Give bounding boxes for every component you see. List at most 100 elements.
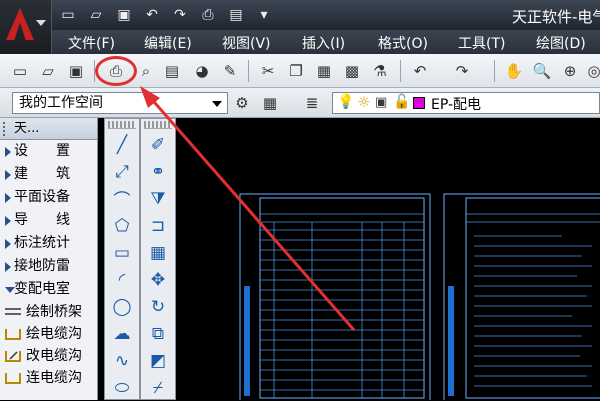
sub-row-draw-cable-trench[interactable]: 绘电缆沟 [0,323,97,345]
menu-row-grounding[interactable]: 接地防雷 [0,255,97,278]
revision-cloud-icon[interactable]: ☁ [105,320,139,347]
modify-toolbar: ✐ ⚭ ⧩ ⊐ ▦ ✥ ↻ ⧉ ◩ ⌿ [140,118,176,400]
menu-tools[interactable]: 工具(T) [458,33,505,53]
new-icon[interactable]: ▭ [8,59,32,83]
save-icon[interactable]: ▣ [64,59,88,83]
sub-row-edit-cable-trench[interactable]: 改电缆沟 [0,345,97,367]
array-icon[interactable]: ▦ [141,239,175,266]
trim-icon[interactable]: ⌿ [141,374,175,401]
match-properties-icon[interactable]: ▩ [340,59,364,83]
line-icon[interactable]: ╱ [105,131,139,158]
expand-arrow-icon [5,216,11,226]
pan-icon[interactable]: ✋ [502,59,526,83]
layer-properties-icon[interactable]: ≣ [300,91,324,115]
publish-icon[interactable]: ▤ [224,4,248,26]
save-icon[interactable]: ▣ [112,4,136,26]
menu-row-plan-equipment[interactable]: 平面设备 [0,186,97,209]
menu-row-label: 导 线 [14,212,70,228]
plot-preview-icon[interactable]: ⌕ [134,59,158,83]
print-button-highlight [95,56,137,86]
chevron-down-icon [36,20,46,26]
arc-icon[interactable]: ◜ [105,266,139,293]
polygon-icon[interactable]: ⬠ [105,212,139,239]
3d-dwf-icon[interactable]: ◕ [190,59,214,83]
bulb-on-icon: 💡 [337,94,355,110]
drawing-sheets [239,193,600,400]
menu-format[interactable]: 格式(O) [378,33,428,53]
zoom-realtime-icon[interactable]: 🔍 [530,59,554,83]
sheet-table-left [259,197,425,399]
menu-file[interactable]: 文件(F) [68,33,115,53]
copy-icon[interactable]: ❐ [284,59,308,83]
ellipse-icon[interactable]: ⬭ [105,374,139,401]
plot-icon[interactable]: ⎙ [196,4,220,26]
menu-row-label: 设 置 [14,143,70,159]
menu-view[interactable]: 视图(V) [222,33,271,53]
cut-icon[interactable]: ✂ [256,59,280,83]
workspace-select[interactable]: 我的工作空间 [12,92,228,114]
toolbar-grip[interactable] [108,121,136,129]
collapse-arrow-icon [5,287,15,293]
redo-icon[interactable]: ↷ [168,4,192,26]
undo-icon[interactable]: ↶ [140,4,164,26]
expand-arrow-icon [5,239,11,249]
standard-toolbar: ▭ ▱ ▣ ⎙ ⌕ ▤ ◕ ✎ ✂ ❐ ▦ ▩ ⚗ ↶ ↷ ✋ 🔍 ⊕ ◎ [0,54,600,88]
publish-icon[interactable]: ▤ [160,59,184,83]
sub-row-cable-tray[interactable]: 绘制桥架 [0,301,97,323]
app-logo-icon [6,8,34,40]
layer-select[interactable]: 💡 ☼ ▣ 🔓 EP-配电 [332,92,600,114]
scale-icon[interactable]: ⧉ [141,320,175,347]
stretch-icon[interactable]: ◩ [141,347,175,374]
menu-row-building[interactable]: 建 筑 [0,163,97,186]
menu-row-label: 变配电室 [14,281,70,297]
sheet-set-icon[interactable]: ✎ [218,59,242,83]
menu-row-annotation[interactable]: 标注统计 [0,232,97,255]
open-icon[interactable]: ▱ [36,59,60,83]
construction-line-icon[interactable]: ⤢ [105,158,139,185]
move-icon[interactable]: ✥ [141,266,175,293]
qat-dropdown-icon[interactable]: ▾ [252,4,276,26]
paste-icon[interactable]: ▦ [312,59,336,83]
zoom-previous-icon[interactable]: ◎ [582,59,600,83]
drawing-canvas[interactable] [182,118,600,400]
menu-row-wire[interactable]: 导 线 [0,209,97,232]
circle-icon[interactable]: ◯ [105,293,139,320]
spline-icon[interactable]: ∿ [105,347,139,374]
menu-insert[interactable]: 插入(I) [302,33,345,53]
unlock-icon: 🔓 [393,94,411,110]
undo-icon[interactable]: ↶ [408,59,432,83]
new-file-icon[interactable]: ▭ [56,4,80,26]
workspace-settings-icon[interactable]: ⚙ [230,91,254,115]
menu-row-settings[interactable]: 设 置 [0,140,97,163]
block-editor-icon[interactable]: ⚗ [368,59,392,83]
layer-color-swatch [413,97,425,109]
menu-edit[interactable]: 编辑(E) [144,33,192,53]
erase-icon[interactable]: ✐ [141,131,175,158]
mirror-icon[interactable]: ⧩ [141,185,175,212]
rotate-icon[interactable]: ↻ [141,293,175,320]
zoom-window-icon[interactable]: ⊕ [558,59,582,83]
application-menu-button[interactable] [0,0,52,54]
offset-icon[interactable]: ⊐ [141,212,175,239]
toolbar-grip[interactable] [144,121,172,129]
rectangle-icon[interactable]: ▭ [105,239,139,266]
sub-row-label: 连电缆沟 [26,370,82,386]
redo-icon[interactable]: ↷ [450,59,474,83]
workspace-select-value: 我的工作空间 [19,95,103,111]
toolbar-lock-icon[interactable]: ▦ [258,91,282,115]
menu-draw[interactable]: 绘图(D) [536,33,586,53]
draw-toolbar: ╱ ⤢ ⌒ ⬠ ▭ ◜ ◯ ☁ ∿ ⬭ [104,118,140,400]
layer-name: EP-配电 [431,97,482,113]
menu-row-substation[interactable]: 变配电室 [0,278,97,301]
sub-row-connect-cable-trench[interactable]: 连电缆沟 [0,367,97,389]
copy-object-icon[interactable]: ⚭ [141,158,175,185]
sheet-side-bar-left [244,286,250,396]
sheet-side-bar-right [448,286,454,396]
cable-trench-icon [5,329,21,340]
expand-arrow-icon [5,147,11,157]
open-folder-icon[interactable]: ▱ [84,4,108,26]
quick-access-toolbar: ▭ ▱ ▣ ↶ ↷ ⎙ ▤ ▾ [56,3,276,27]
grip-icon[interactable] [3,122,9,136]
sub-row-label: 绘电缆沟 [26,326,82,342]
polyline-icon[interactable]: ⌒ [105,185,139,212]
